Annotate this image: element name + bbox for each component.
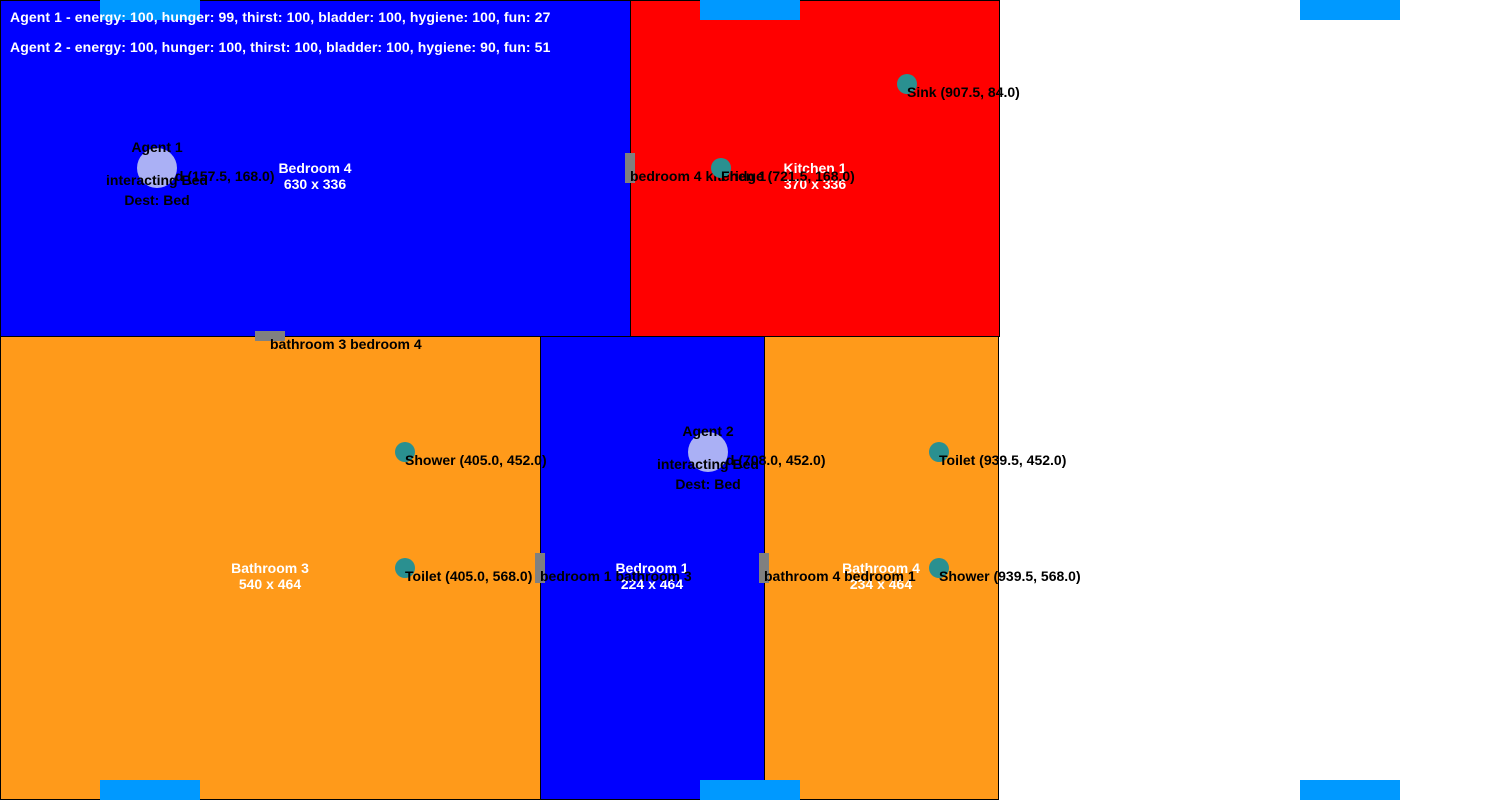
door-label-bedroom1-bathroom3: bedroom 1 bathroom 3 <box>540 568 692 584</box>
shower-label-bathroom-3: Shower (405.0, 452.0) <box>405 452 547 468</box>
spawn-marker <box>700 780 800 800</box>
room-name: Bathroom 3 <box>231 560 309 576</box>
agent-name: Agent 2 <box>682 423 734 439</box>
room-label-bedroom-4: Bedroom 4 630 x 336 <box>278 160 351 192</box>
agent-action: interacting Bed <box>657 456 759 472</box>
room-name: Bedroom 4 <box>278 160 352 176</box>
spawn-marker <box>100 780 200 800</box>
agent-2-info: Agent 2 interacting Bed Dest: Bed <box>657 424 759 492</box>
spawn-marker <box>700 0 800 20</box>
door-label-bathroom3-bedroom4: bathroom 3 bedroom 4 <box>270 336 422 352</box>
agent-1-info: Agent 1 interacting Bed Dest: Bed <box>106 140 208 208</box>
agent-2-status: Agent 2 - energy: 100, hunger: 100, thir… <box>10 39 551 55</box>
agent-name: Agent 1 <box>131 139 183 155</box>
door-label-bathroom4-bedroom1: bathroom 4 bedroom 1 <box>764 568 916 584</box>
sink-label: Sink (907.5, 84.0) <box>907 84 1020 100</box>
agent-1-status: Agent 1 - energy: 100, hunger: 99, thirs… <box>10 9 551 25</box>
fridge-label: Fridge (721.5, 168.0) <box>721 168 855 184</box>
spawn-marker <box>1300 0 1400 20</box>
room-size: 540 x 464 <box>238 576 302 592</box>
toilet-label-bathroom-4: Toilet (939.5, 452.0) <box>939 452 1067 468</box>
agent-destination: Dest: Bed <box>124 192 190 208</box>
shower-label-bathroom-4: Shower (939.5, 568.0) <box>939 568 1081 584</box>
room-size: 630 x 336 <box>283 176 347 192</box>
room-label-bathroom-3: Bathroom 3 540 x 464 <box>231 560 309 592</box>
spawn-marker <box>1300 780 1400 800</box>
agent-destination: Dest: Bed <box>675 476 741 492</box>
toilet-label-bathroom-3: Toilet (405.0, 568.0) <box>405 568 533 584</box>
agent-action: interacting Bed <box>106 172 208 188</box>
